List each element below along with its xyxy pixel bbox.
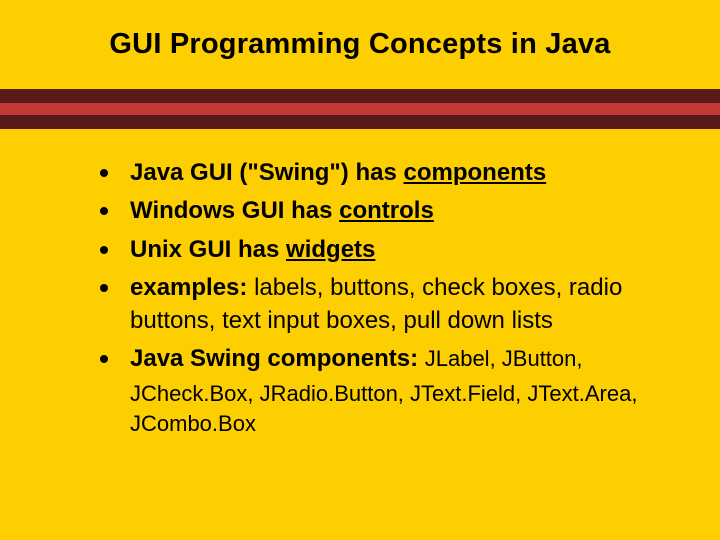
bullet-dot-icon bbox=[100, 207, 108, 215]
bullet-underline: widgets bbox=[286, 236, 375, 263]
decorative-stripe bbox=[0, 89, 720, 129]
bullet-rest: JLabel, JButton, bbox=[425, 346, 583, 371]
bullet-text: Unix GUI has widgets bbox=[130, 234, 375, 266]
slide-container: GUI Programming Concepts in Java Java GU… bbox=[0, 0, 720, 540]
bullet-item: Java Swing components: JLabel, JButton, … bbox=[100, 343, 660, 439]
bullet-bold: examples: bbox=[130, 274, 254, 301]
bullet-dot-icon bbox=[100, 284, 108, 292]
bullet-dot-icon bbox=[100, 169, 108, 177]
bullet-text: Java GUI ("Swing") has components bbox=[130, 157, 546, 189]
bullet-dot-icon bbox=[100, 246, 108, 254]
content-area: Java GUI ("Swing") has components Window… bbox=[0, 129, 720, 439]
bullet-text: Java Swing components: JLabel, JButton, … bbox=[130, 343, 660, 439]
bullet-item: Unix GUI has widgets bbox=[100, 234, 660, 266]
stripe-light bbox=[0, 103, 720, 115]
bullet-continuation: JCheck.Box, JRadio.Button, JText.Field, … bbox=[130, 379, 660, 438]
bullet-pre: Windows GUI has bbox=[130, 197, 339, 224]
stripe-dark-bottom bbox=[0, 115, 720, 129]
bullet-underline: controls bbox=[339, 197, 434, 224]
stripe-dark-top bbox=[0, 89, 720, 103]
bullet-pre: Java GUI ("Swing") has bbox=[130, 159, 404, 186]
bullet-item: examples: labels, buttons, check boxes, … bbox=[100, 272, 660, 337]
bullet-bold: Java Swing components: bbox=[130, 345, 425, 372]
bullet-dot-icon bbox=[100, 355, 108, 363]
bullet-text: examples: labels, buttons, check boxes, … bbox=[130, 272, 660, 337]
slide-title: GUI Programming Concepts in Java bbox=[0, 0, 720, 89]
bullet-underline: components bbox=[404, 159, 547, 186]
bullet-pre: Unix GUI has bbox=[130, 236, 286, 263]
bullet-text: Windows GUI has controls bbox=[130, 195, 434, 227]
bullet-item: Windows GUI has controls bbox=[100, 195, 660, 227]
bullet-item: Java GUI ("Swing") has components bbox=[100, 157, 660, 189]
